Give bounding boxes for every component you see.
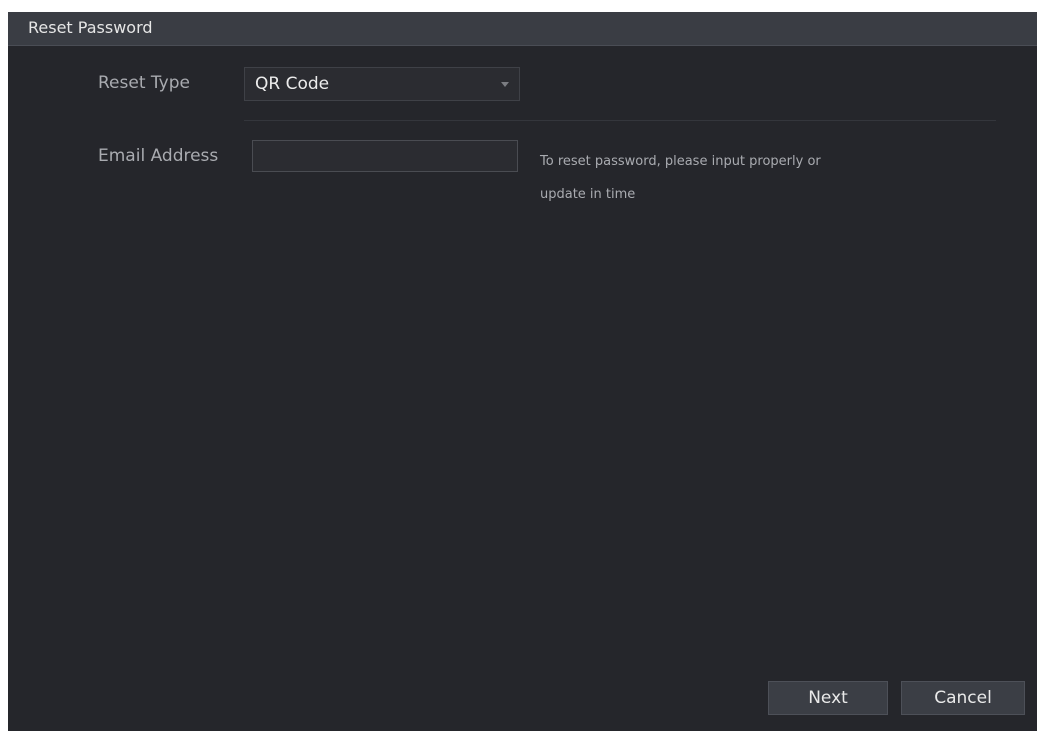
reset-type-value: QR Code xyxy=(255,74,330,94)
reset-type-select[interactable]: QR Code xyxy=(244,67,520,101)
reset-password-dialog: Reset Password Reset Type QR Code Email … xyxy=(8,12,1037,731)
section-divider xyxy=(244,120,996,121)
dialog-title: Reset Password xyxy=(28,18,153,37)
email-hint-line-1: To reset password, please input properly… xyxy=(540,154,821,169)
chevron-down-icon xyxy=(501,82,509,87)
email-address-label: Email Address xyxy=(98,146,219,166)
email-field[interactable] xyxy=(252,140,518,172)
email-hint-line-2: update in time xyxy=(540,187,636,202)
dialog-titlebar: Reset Password xyxy=(8,12,1037,46)
email-hint: To reset password, please input properly… xyxy=(540,145,900,211)
next-button[interactable]: Next xyxy=(768,681,888,715)
cancel-button[interactable]: Cancel xyxy=(901,681,1025,715)
reset-type-label: Reset Type xyxy=(98,73,190,93)
